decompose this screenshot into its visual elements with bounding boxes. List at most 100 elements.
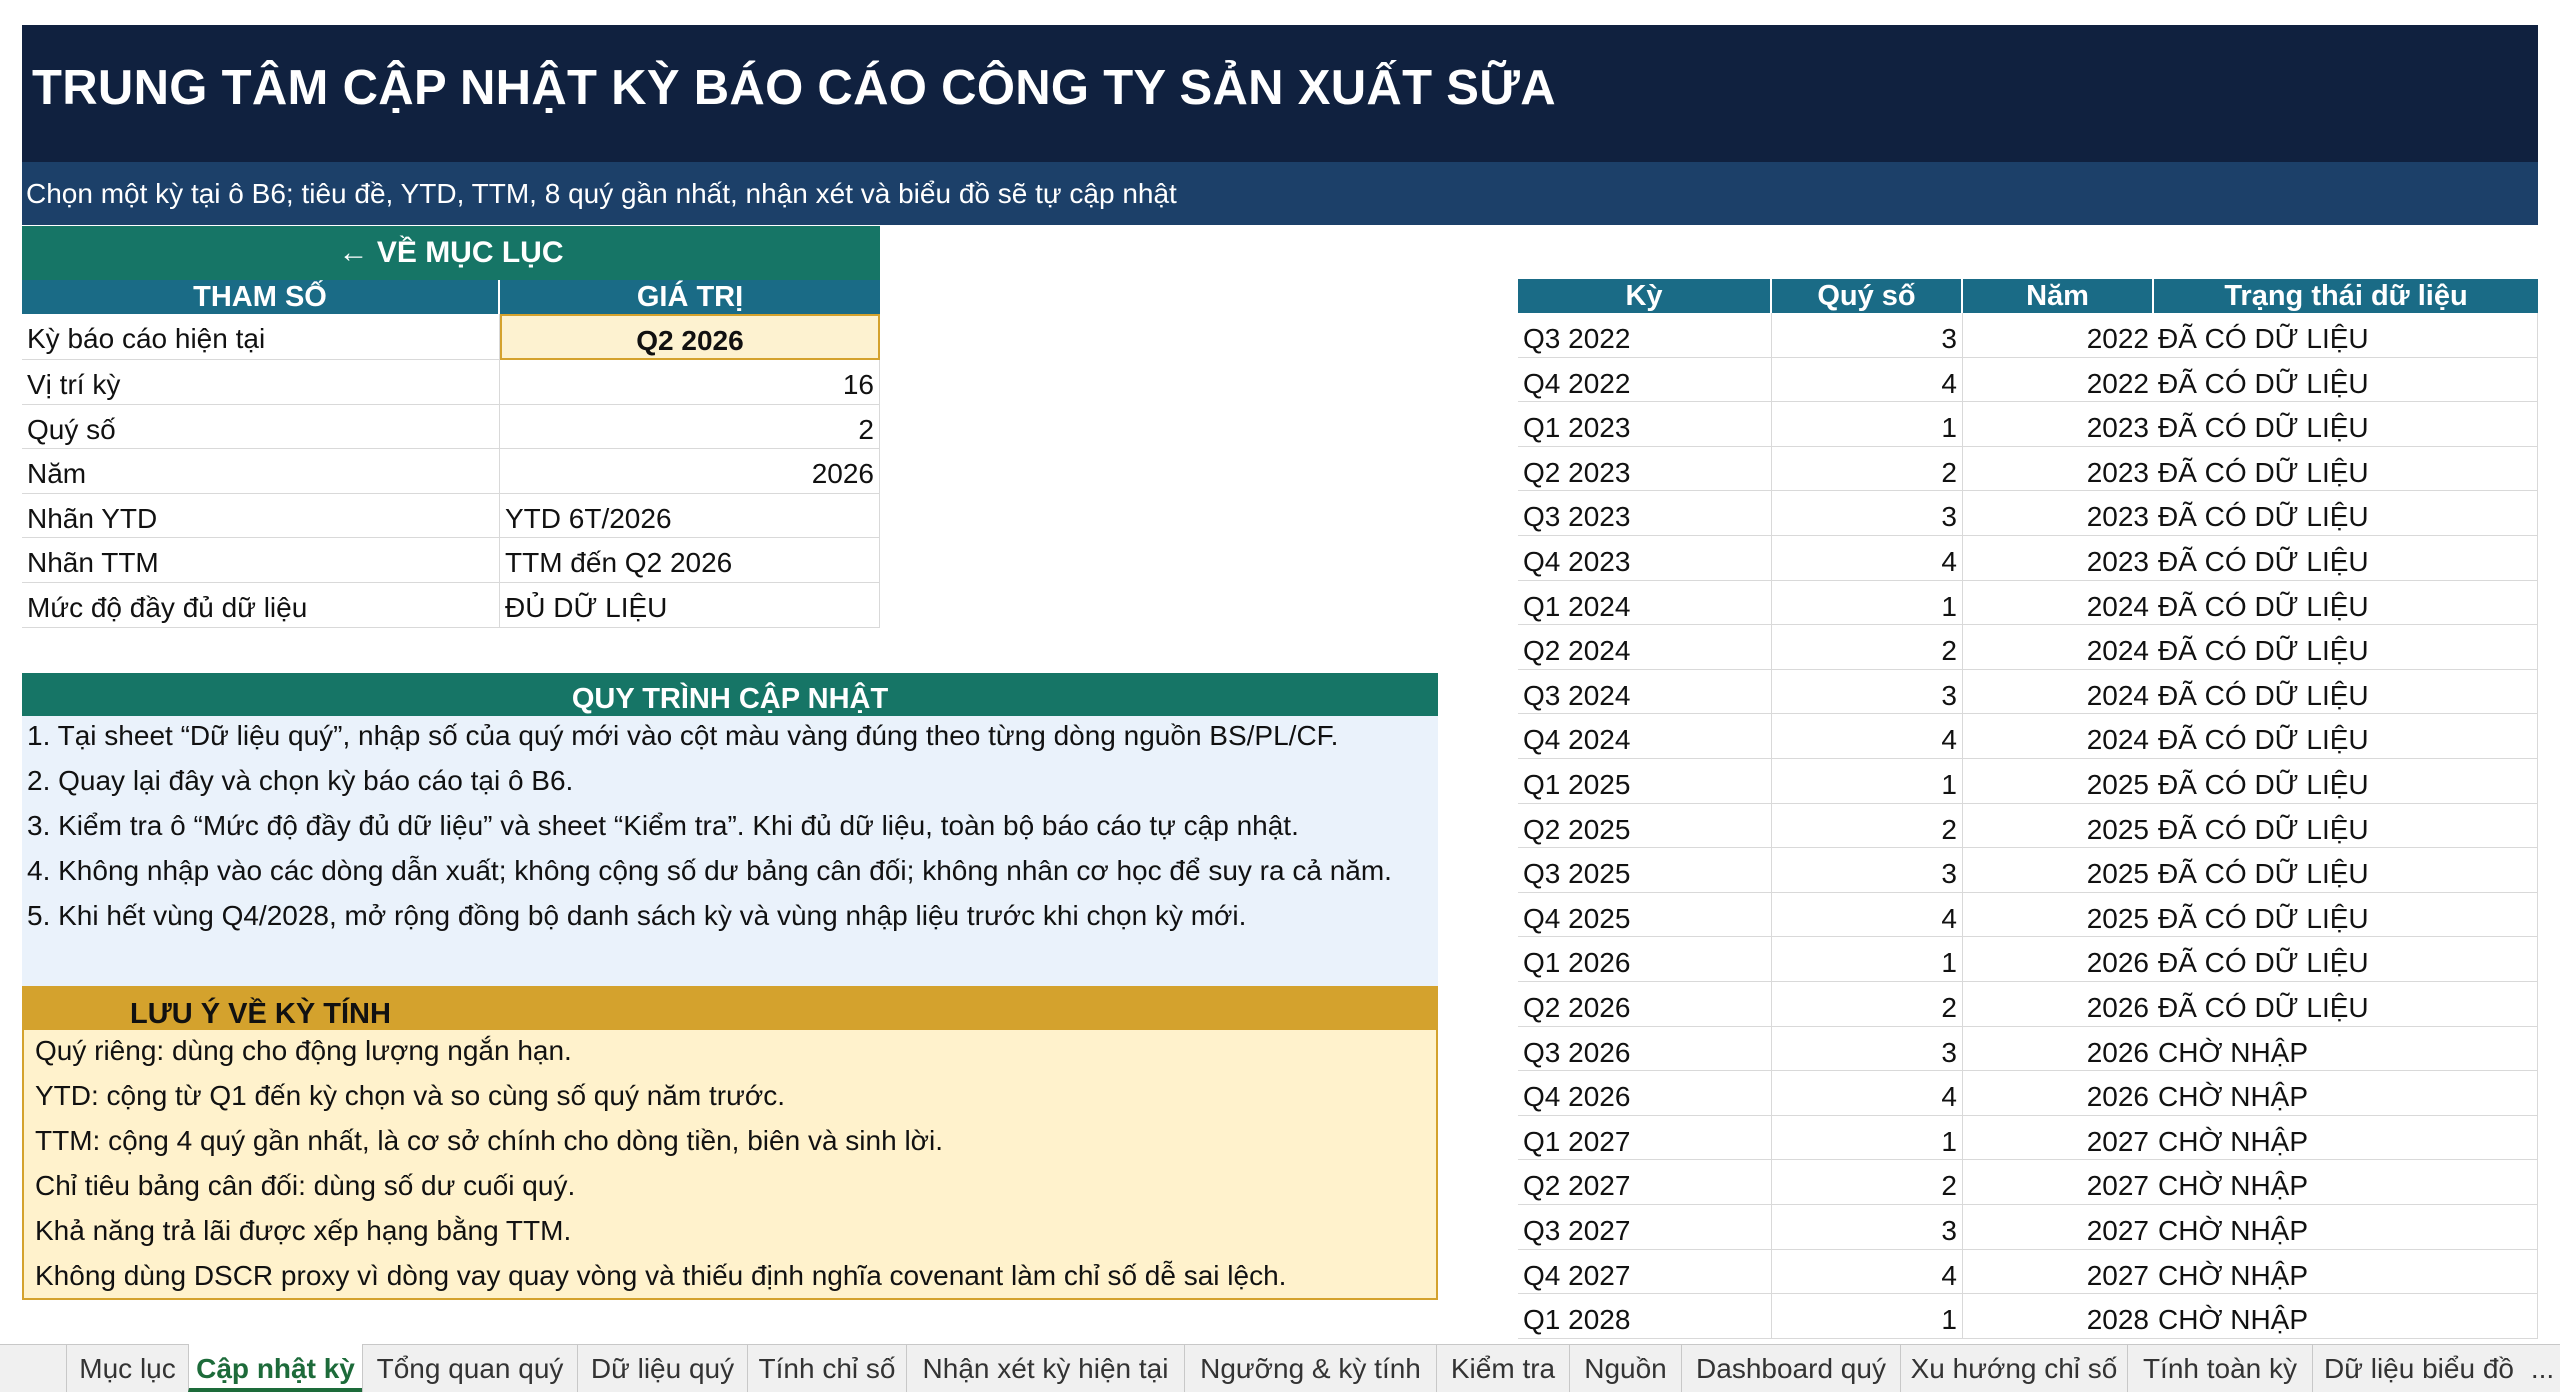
year-cell[interactable]: 2026 bbox=[1963, 937, 2154, 982]
quarter-cell[interactable]: 1 bbox=[1772, 1115, 1963, 1161]
status-cell[interactable]: ĐÃ CÓ DỮ LIỆU bbox=[2154, 625, 2538, 670]
quarter-cell[interactable]: 3 bbox=[1772, 1026, 1963, 1072]
period-cell[interactable]: Q1 2025 bbox=[1518, 759, 1772, 804]
quarter-cell[interactable]: 3 bbox=[1772, 491, 1963, 536]
period-cell[interactable]: Q4 2027 bbox=[1518, 1249, 1772, 1295]
back-to-index-link[interactable]: ← VỀ MỤC LỤC bbox=[22, 226, 880, 280]
quarter-cell[interactable]: 3 bbox=[1772, 1205, 1963, 1250]
quarter-cell[interactable]: 4 bbox=[1772, 357, 1963, 403]
period-cell[interactable]: Q3 2023 bbox=[1518, 491, 1772, 536]
period-cell[interactable]: Q3 2026 bbox=[1518, 1026, 1772, 1072]
period-cell[interactable]: Q4 2025 bbox=[1518, 892, 1772, 938]
period-cell[interactable]: Q1 2023 bbox=[1518, 402, 1772, 447]
period-cell[interactable]: Q1 2028 bbox=[1518, 1294, 1772, 1339]
quarter-cell[interactable]: 4 bbox=[1772, 536, 1963, 581]
year-cell[interactable]: 2025 bbox=[1963, 759, 2154, 804]
year-cell[interactable]: 2022 bbox=[1963, 313, 2154, 358]
sheet-tab[interactable]: Tính chỉ số bbox=[747, 1344, 906, 1392]
quarter-cell[interactable]: 3 bbox=[1772, 313, 1963, 358]
param-value[interactable]: 2 bbox=[500, 404, 880, 450]
sheet-tab[interactable]: Tính toàn kỳ bbox=[2127, 1344, 2312, 1392]
quarter-cell[interactable]: 3 bbox=[1772, 669, 1963, 715]
quarter-cell[interactable]: 4 bbox=[1772, 892, 1963, 938]
status-cell[interactable]: ĐÃ CÓ DỮ LIỆU bbox=[2154, 402, 2538, 447]
status-cell[interactable]: ĐÃ CÓ DỮ LIỆU bbox=[2154, 313, 2538, 358]
year-cell[interactable]: 2027 bbox=[1963, 1160, 2154, 1205]
year-cell[interactable]: 2026 bbox=[1963, 982, 2154, 1027]
year-cell[interactable]: 2024 bbox=[1963, 581, 2154, 626]
quarter-cell[interactable]: 3 bbox=[1772, 848, 1963, 893]
sheet-tab[interactable]: Kiểm tra bbox=[1436, 1344, 1569, 1392]
sheet-tab[interactable]: Ngưỡng & kỳ tính bbox=[1184, 1344, 1436, 1392]
sheet-tab[interactable]: Nhận xét kỳ hiện tại bbox=[906, 1344, 1184, 1392]
year-cell[interactable]: 2028 bbox=[1963, 1294, 2154, 1339]
quarter-cell[interactable]: 1 bbox=[1772, 1294, 1963, 1339]
year-cell[interactable]: 2023 bbox=[1963, 447, 2154, 492]
period-cell[interactable]: Q3 2025 bbox=[1518, 848, 1772, 893]
period-cell[interactable]: Q4 2023 bbox=[1518, 536, 1772, 581]
current-period-select[interactable]: Q2 2026 bbox=[500, 314, 880, 360]
status-cell[interactable]: ĐÃ CÓ DỮ LIỆU bbox=[2154, 759, 2538, 804]
year-cell[interactable]: 2027 bbox=[1963, 1205, 2154, 1250]
status-cell[interactable]: CHỜ NHẬP bbox=[2154, 1115, 2538, 1161]
status-cell[interactable]: ĐÃ CÓ DỮ LIỆU bbox=[2154, 848, 2538, 893]
status-cell[interactable]: ĐÃ CÓ DỮ LIỆU bbox=[2154, 357, 2538, 403]
quarter-cell[interactable]: 2 bbox=[1772, 1160, 1963, 1205]
param-value[interactable]: YTD 6T/2026 bbox=[500, 493, 880, 539]
status-cell[interactable]: ĐÃ CÓ DỮ LIỆU bbox=[2154, 982, 2538, 1027]
period-cell[interactable]: Q1 2027 bbox=[1518, 1115, 1772, 1161]
year-cell[interactable]: 2022 bbox=[1963, 358, 2154, 403]
status-cell[interactable]: ĐÃ CÓ DỮ LIỆU bbox=[2154, 580, 2538, 626]
sheet-tab[interactable]: Mục lục bbox=[66, 1344, 188, 1392]
period-cell[interactable]: Q4 2026 bbox=[1518, 1071, 1772, 1116]
status-cell[interactable]: ĐÃ CÓ DỮ LIỆU bbox=[2154, 669, 2538, 715]
quarter-cell[interactable]: 1 bbox=[1772, 580, 1963, 626]
period-cell[interactable]: Q4 2024 bbox=[1518, 714, 1772, 759]
status-cell[interactable]: ĐÃ CÓ DỮ LIỆU bbox=[2154, 491, 2538, 536]
status-cell[interactable]: CHỜ NHẬP bbox=[2154, 1294, 2538, 1339]
status-cell[interactable]: CHỜ NHẬP bbox=[2154, 1160, 2538, 1205]
period-cell[interactable]: Q3 2024 bbox=[1518, 669, 1772, 715]
year-cell[interactable]: 2023 bbox=[1963, 402, 2154, 447]
sheet-tab[interactable]: Nguồn bbox=[1569, 1344, 1681, 1392]
period-cell[interactable]: Q2 2024 bbox=[1518, 625, 1772, 670]
quarter-cell[interactable]: 2 bbox=[1772, 982, 1963, 1027]
quarter-cell[interactable]: 2 bbox=[1772, 446, 1963, 492]
year-cell[interactable]: 2024 bbox=[1963, 714, 2154, 759]
period-cell[interactable]: Q3 2022 bbox=[1518, 313, 1772, 358]
status-cell[interactable]: ĐÃ CÓ DỮ LIỆU bbox=[2154, 536, 2538, 581]
sheet-tab[interactable]: Dashboard quý bbox=[1681, 1344, 1900, 1392]
quarter-cell[interactable]: 1 bbox=[1772, 402, 1963, 447]
year-cell[interactable]: 2024 bbox=[1963, 625, 2154, 670]
year-cell[interactable]: 2027 bbox=[1963, 1116, 2154, 1161]
quarter-cell[interactable]: 1 bbox=[1772, 937, 1963, 982]
period-cell[interactable]: Q2 2027 bbox=[1518, 1160, 1772, 1205]
sheet-tab[interactable]: Tổng quan quý bbox=[362, 1344, 577, 1392]
period-cell[interactable]: Q1 2024 bbox=[1518, 580, 1772, 626]
sheet-tab[interactable]: Xu hướng chỉ số bbox=[1900, 1344, 2127, 1392]
period-cell[interactable]: Q1 2026 bbox=[1518, 937, 1772, 982]
status-cell[interactable]: CHỜ NHẬP bbox=[2154, 1071, 2538, 1116]
status-cell[interactable]: ĐÃ CÓ DỮ LIỆU bbox=[2154, 714, 2538, 759]
param-value[interactable]: TTM đến Q2 2026 bbox=[500, 538, 880, 583]
data-completeness-value[interactable]: ĐỦ DỮ LIỆU bbox=[500, 583, 880, 628]
status-cell[interactable]: CHỜ NHẬP bbox=[2154, 1249, 2538, 1295]
param-value[interactable]: 2026 bbox=[500, 449, 880, 494]
param-value[interactable]: 16 bbox=[500, 360, 880, 405]
status-cell[interactable]: CHỜ NHẬP bbox=[2154, 1026, 2538, 1072]
status-cell[interactable]: ĐÃ CÓ DỮ LIỆU bbox=[2154, 446, 2538, 492]
sheet-tab[interactable]: Dữ liệu biểu đồ bbox=[2312, 1344, 2525, 1392]
quarter-cell[interactable]: 4 bbox=[1772, 1249, 1963, 1295]
year-cell[interactable]: 2025 bbox=[1963, 848, 2154, 893]
year-cell[interactable]: 2023 bbox=[1963, 536, 2154, 581]
period-cell[interactable]: Q2 2025 bbox=[1518, 803, 1772, 849]
period-cell[interactable]: Q3 2027 bbox=[1518, 1205, 1772, 1250]
quarter-cell[interactable]: 2 bbox=[1772, 803, 1963, 849]
more-tabs-button[interactable]: ... bbox=[2525, 1344, 2560, 1392]
year-cell[interactable]: 2026 bbox=[1963, 1027, 2154, 1072]
period-cell[interactable]: Q2 2026 bbox=[1518, 982, 1772, 1027]
status-cell[interactable]: ĐÃ CÓ DỮ LIỆU bbox=[2154, 803, 2538, 849]
period-cell[interactable]: Q4 2022 bbox=[1518, 357, 1772, 403]
year-cell[interactable]: 2026 bbox=[1963, 1071, 2154, 1116]
period-cell[interactable]: Q2 2023 bbox=[1518, 446, 1772, 492]
